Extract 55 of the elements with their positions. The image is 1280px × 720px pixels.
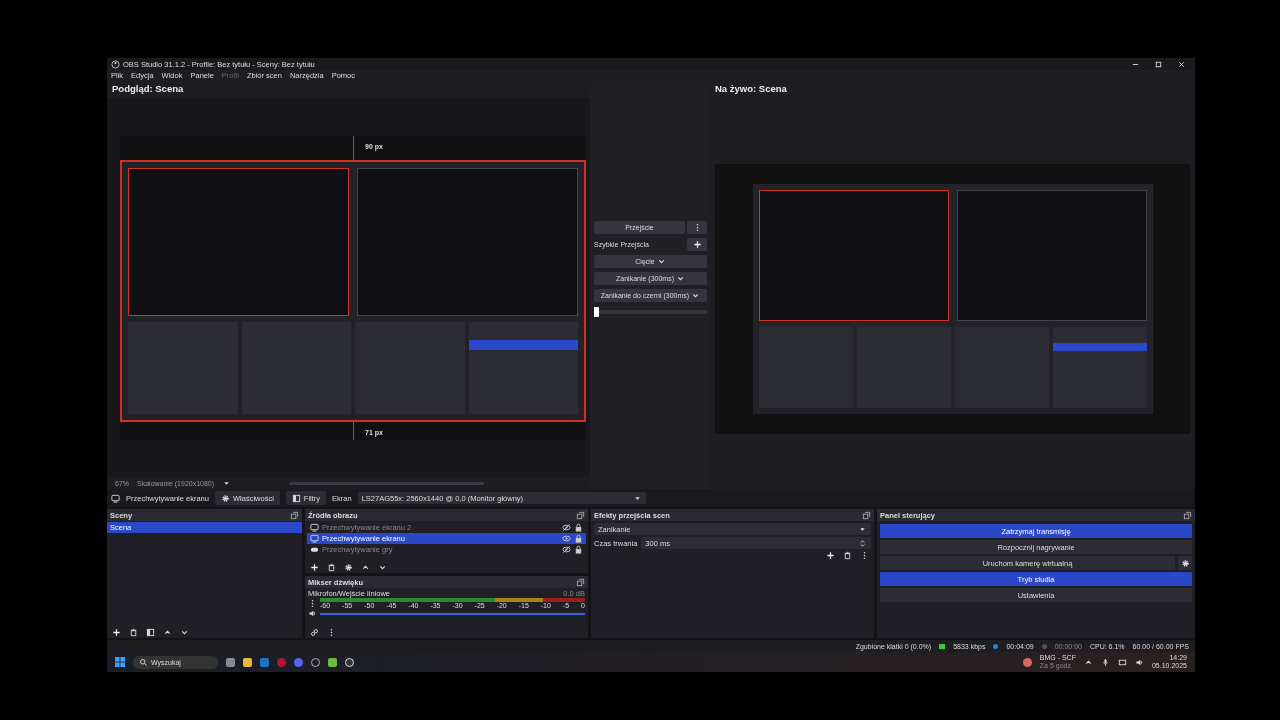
volume-slider[interactable] bbox=[320, 612, 585, 615]
monitor-icon bbox=[111, 493, 120, 503]
spinner-arrows-icon[interactable] bbox=[858, 538, 867, 548]
weather-icon bbox=[1022, 657, 1032, 667]
cube-icon[interactable] bbox=[328, 657, 337, 667]
add-icon[interactable] bbox=[692, 240, 702, 249]
add-icon[interactable] bbox=[826, 550, 835, 560]
eye-off-icon[interactable] bbox=[562, 523, 571, 532]
folder-icon[interactable] bbox=[243, 657, 252, 667]
lock-icon[interactable] bbox=[574, 545, 583, 554]
link-icon[interactable] bbox=[310, 627, 319, 637]
undock-icon[interactable] bbox=[576, 510, 585, 520]
screen-capture-drawing[interactable] bbox=[120, 160, 586, 422]
task-view-icon[interactable] bbox=[226, 657, 235, 667]
close-icon[interactable] bbox=[1176, 59, 1186, 69]
mail-icon[interactable] bbox=[260, 657, 269, 667]
maximize-icon[interactable] bbox=[1153, 59, 1163, 69]
app-logo-icon bbox=[111, 59, 120, 69]
preview-title: Podgląd: Scena bbox=[111, 82, 185, 96]
app-icon[interactable] bbox=[277, 657, 286, 667]
filter-icon[interactable] bbox=[146, 627, 155, 637]
undock-icon[interactable] bbox=[1183, 510, 1192, 520]
search-icon bbox=[139, 657, 148, 667]
network-icon[interactable] bbox=[1117, 657, 1127, 667]
trash-icon[interactable] bbox=[129, 627, 138, 637]
lock-icon[interactable] bbox=[574, 534, 583, 543]
trash-icon[interactable] bbox=[327, 562, 336, 572]
undock-icon[interactable] bbox=[290, 510, 299, 520]
up-icon[interactable] bbox=[361, 562, 370, 572]
recording-icon bbox=[1041, 643, 1047, 649]
add-icon[interactable] bbox=[310, 562, 319, 572]
add-icon[interactable] bbox=[112, 627, 121, 637]
undock-icon[interactable] bbox=[862, 510, 871, 520]
settings-icon[interactable] bbox=[344, 562, 353, 572]
app-icon[interactable] bbox=[311, 657, 320, 667]
monitor-icon bbox=[310, 534, 319, 543]
trash-icon[interactable] bbox=[843, 550, 852, 560]
program-title: Na żywo: Scena bbox=[714, 82, 788, 96]
settings-button[interactable] bbox=[1178, 556, 1192, 570]
chevron-up-icon[interactable] bbox=[1083, 657, 1093, 667]
filter-icon bbox=[291, 493, 301, 503]
chat-icon[interactable] bbox=[294, 657, 303, 667]
settings-icon bbox=[220, 493, 230, 503]
streaming-icon bbox=[993, 643, 999, 649]
eye-icon[interactable] bbox=[562, 534, 571, 543]
start-icon[interactable] bbox=[115, 657, 125, 667]
speaker-icon[interactable] bbox=[308, 609, 317, 618]
lock-icon[interactable] bbox=[574, 523, 583, 532]
monitor-icon bbox=[310, 523, 319, 532]
settings-icon bbox=[1180, 558, 1190, 568]
undock-icon[interactable] bbox=[576, 577, 585, 587]
gamepad-icon bbox=[310, 545, 319, 554]
scrollbar[interactable] bbox=[289, 481, 485, 485]
up-icon[interactable] bbox=[163, 627, 172, 637]
eye-off-icon[interactable] bbox=[562, 545, 571, 554]
